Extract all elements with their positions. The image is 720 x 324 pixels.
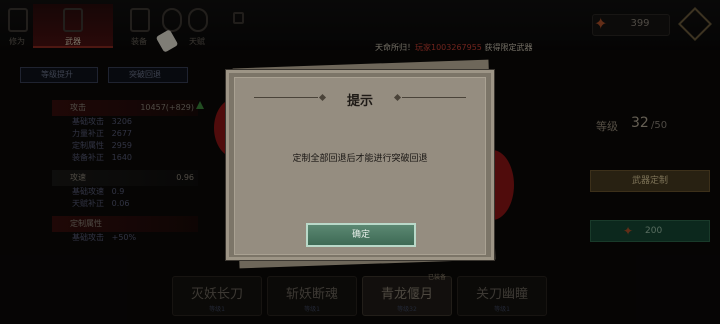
dialog-message: 定制全部回退后才能进行突破回退 [292,154,428,164]
confirm-button[interactable]: 确定 [306,223,416,247]
dialog-title: 提示 [346,94,373,109]
